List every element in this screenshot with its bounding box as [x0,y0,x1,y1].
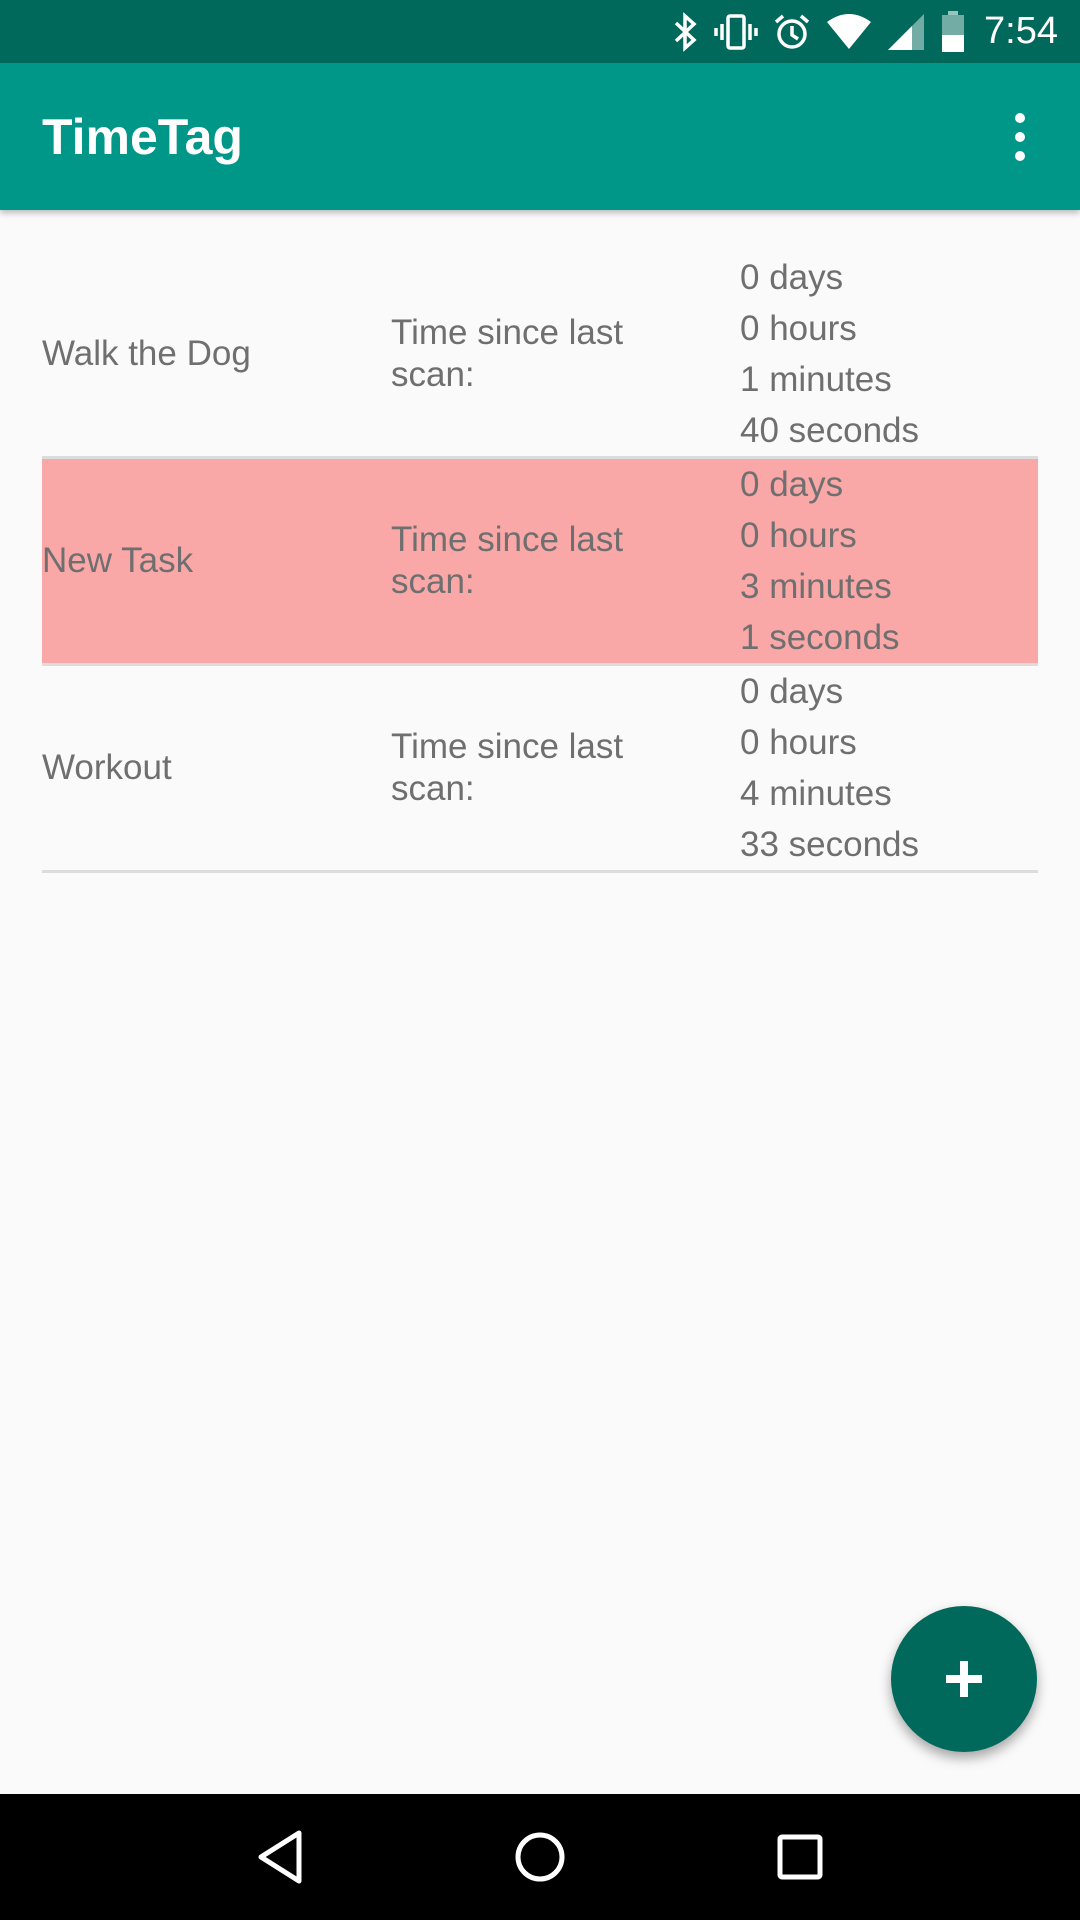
time-since-label: Time since last scan: [391,313,624,394]
elapsed-seconds: 1 seconds [740,618,900,657]
overflow-menu-icon[interactable] [990,97,1050,177]
plus-icon [946,1661,982,1697]
app-bar: TimeTag [0,63,1080,210]
task-row[interactable]: Workout Time since last scan: 0 days 0 h… [42,666,1038,873]
elapsed-time: 0 days 0 hours 3 minutes 1 seconds [740,459,900,663]
app-title: TimeTag [42,108,243,165]
battery-icon [940,10,966,53]
alarm-icon [772,12,812,52]
elapsed-days: 0 days [740,465,844,504]
elapsed-hours: 0 hours [740,516,857,555]
recents-icon[interactable] [750,1807,850,1907]
task-name: New Task [42,541,194,580]
task-row[interactable]: Walk the Dog Time since last scan: 0 day… [42,252,1038,459]
time-since-label: Time since last scan: [391,727,624,808]
time-since-label: Time since last scan: [391,520,624,601]
add-task-button[interactable] [891,1606,1037,1752]
status-time: 7:54 [984,10,1058,52]
status-icons [670,10,966,53]
cell-signal-icon [886,12,926,52]
elapsed-hours: 0 hours [740,723,857,762]
elapsed-seconds: 40 seconds [740,411,920,450]
task-list: Walk the Dog Time since last scan: 0 day… [42,252,1038,873]
elapsed-seconds: 33 seconds [740,825,920,864]
elapsed-hours: 0 hours [740,309,857,348]
vibrate-icon [714,12,758,52]
wifi-icon [826,12,872,52]
bluetooth-icon [670,11,700,52]
elapsed-minutes: 1 minutes [740,360,892,399]
task-name: Workout [42,748,172,787]
elapsed-time: 0 days 0 hours 1 minutes 40 seconds [740,252,919,456]
elapsed-minutes: 4 minutes [740,774,892,813]
elapsed-days: 0 days [740,672,844,711]
status-bar: 7:54 [0,0,1080,63]
elapsed-days: 0 days [740,258,844,297]
home-icon[interactable] [490,1807,590,1907]
task-name: Walk the Dog [42,334,251,373]
elapsed-time: 0 days 0 hours 4 minutes 33 seconds [740,666,919,870]
elapsed-minutes: 3 minutes [740,567,892,606]
screen: 7:54 TimeTag Walk the Dog Time since las… [0,0,1080,1920]
navigation-bar [0,1794,1080,1920]
task-row-highlighted[interactable]: New Task Time since last scan: 0 days 0 … [42,459,1038,666]
back-icon[interactable] [230,1807,330,1907]
